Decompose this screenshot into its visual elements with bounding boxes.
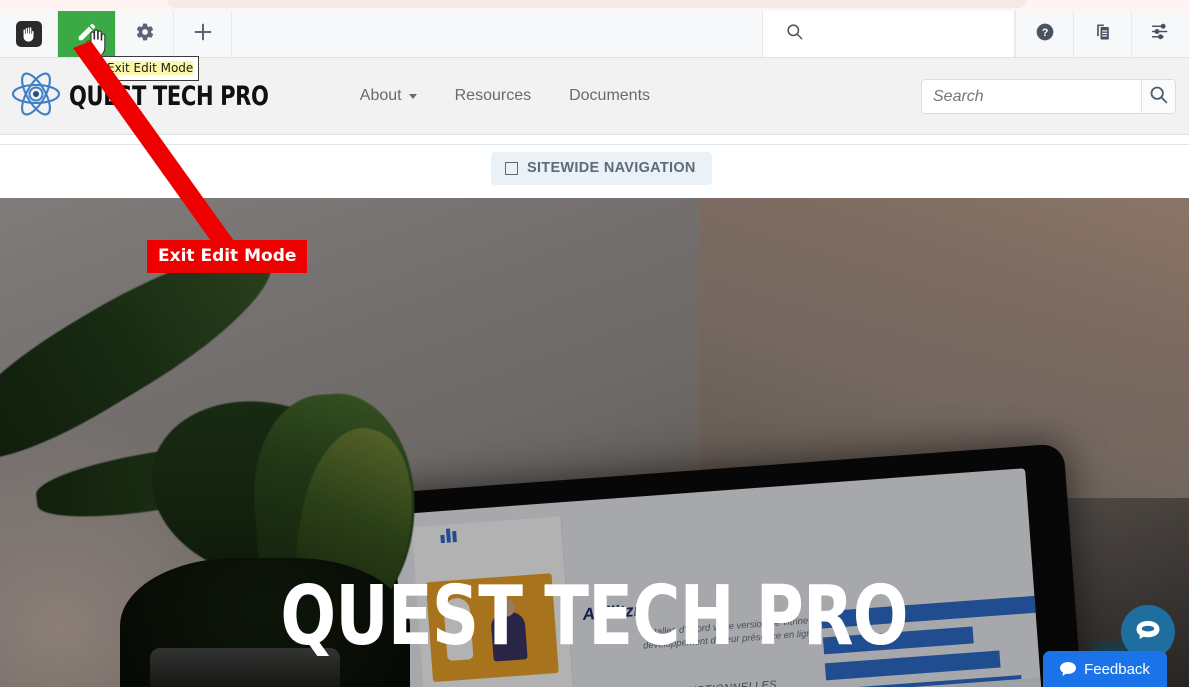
- sliders-icon: [1150, 21, 1171, 47]
- annotation-label: Exit Edit Mode: [147, 240, 308, 273]
- gear-icon: [135, 22, 155, 47]
- pan-hand-button[interactable]: [0, 11, 58, 57]
- nav-item-about[interactable]: About: [360, 87, 417, 105]
- screenshot-root: ? QUEST TECH PRO About Resources Documen…: [0, 0, 1189, 687]
- nav-item-resources[interactable]: Resources: [455, 87, 531, 105]
- sitewide-navigation-badge[interactable]: SITEWIDE NAVIGATION: [491, 152, 712, 185]
- top-strip-pill: [167, 0, 1027, 8]
- help-circle-icon: ?: [1035, 22, 1055, 47]
- sitewide-navigation-band: SITEWIDE NAVIGATION: [0, 134, 1189, 198]
- chevron-down-icon: [408, 93, 417, 99]
- exit-edit-mode-tooltip: Exit Edit Mode: [101, 56, 200, 81]
- browser-top-strip: [0, 0, 1189, 11]
- hand-icon: [15, 21, 42, 47]
- feedback-label: Feedback: [1084, 660, 1150, 678]
- toolbar-search[interactable]: [762, 11, 1015, 57]
- sitewide-navigation-label: SITEWIDE NAVIGATION: [527, 160, 696, 176]
- svg-text:?: ?: [1041, 27, 1048, 39]
- add-button[interactable]: [174, 11, 232, 57]
- toolbar-gap: [232, 11, 762, 57]
- checkbox-icon[interactable]: [505, 161, 518, 175]
- search-submit-button[interactable]: [1141, 80, 1175, 113]
- search-input[interactable]: [922, 80, 1141, 113]
- pencil-icon: [76, 21, 98, 48]
- nav-item-about-label: About: [359, 87, 402, 104]
- copy-pages-icon: [1093, 22, 1113, 47]
- plus-icon: [192, 21, 214, 48]
- exit-edit-mode-button[interactable]: [58, 11, 116, 57]
- editor-toolbar: ?: [0, 11, 1189, 58]
- preferences-button[interactable]: [1131, 11, 1189, 57]
- search-icon: [785, 22, 804, 46]
- help-button[interactable]: ?: [1015, 11, 1073, 57]
- copy-pages-button[interactable]: [1073, 11, 1131, 57]
- nav-item-documents[interactable]: Documents: [569, 87, 650, 105]
- tooltip-text: Exit Edit Mode: [107, 61, 194, 75]
- chat-bubble-icon: [1134, 619, 1162, 646]
- brand-name: QUEST TECH PRO: [69, 80, 269, 112]
- site-nav: About Resources Documents: [360, 87, 688, 105]
- feedback-speech-icon: [1060, 661, 1077, 677]
- hero-title: QUEST TECH PRO: [0, 573, 1189, 661]
- settings-button[interactable]: [116, 11, 174, 57]
- nav-item-resources-label: Resources: [454, 87, 532, 104]
- toolbar-right-group: ?: [1015, 11, 1189, 57]
- atom-logo-icon: [10, 70, 62, 123]
- nav-item-documents-label: Documents: [569, 87, 651, 104]
- header-search: [921, 79, 1176, 114]
- hero-title-text: QUEST TECH PRO: [280, 569, 909, 664]
- search-icon: [1148, 84, 1169, 110]
- feedback-button[interactable]: Feedback: [1043, 651, 1167, 687]
- band-divider: [0, 144, 1189, 145]
